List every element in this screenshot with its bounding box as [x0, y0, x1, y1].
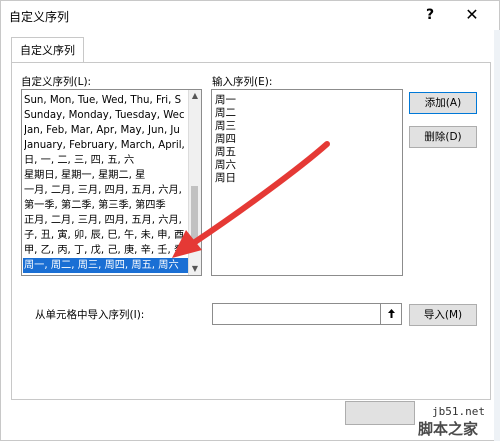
- list-item[interactable]: January, February, March, April,: [24, 138, 199, 153]
- title-bar: 自定义序列 ? ✕: [1, 1, 500, 29]
- add-button[interactable]: 添加(A): [409, 92, 477, 114]
- custom-lists-listbox[interactable]: Sun, Mon, Tue, Wed, Thu, Fri, S Sunday, …: [21, 89, 202, 276]
- delete-button[interactable]: 删除(D): [409, 126, 477, 148]
- entries-label: 输入序列(E):: [212, 76, 273, 88]
- dialog-title: 自定义序列: [9, 10, 70, 24]
- entry-line: 周三: [215, 120, 236, 132]
- custom-lists-dialog: 自定义序列 ? ✕ 自定义序列 自定义序列(L): Sun, Mon, Tue,…: [0, 0, 500, 441]
- list-item[interactable]: 正月, 二月, 三月, 四月, 五月, 六月,: [24, 213, 199, 228]
- tab-strip: 自定义序列: [11, 37, 491, 63]
- collapse-arrow-icon[interactable]: [380, 304, 401, 324]
- ok-button[interactable]: [345, 401, 415, 425]
- entry-line: 周日: [215, 172, 236, 184]
- list-item-selected[interactable]: 周一, 周二, 周三, 周四, 周五, 周六: [23, 258, 191, 273]
- list-item[interactable]: Sunday, Monday, Tuesday, Wec: [24, 108, 199, 123]
- list-item[interactable]: 甲, 乙, 丙, 丁, 戊, 己, 庚, 辛, 壬, 癸: [24, 243, 199, 258]
- entry-line: 周二: [215, 107, 236, 119]
- close-button[interactable]: ✕: [457, 4, 487, 26]
- list-item[interactable]: 日, 一, 二, 三, 四, 五, 六: [24, 153, 199, 168]
- entries-textbox[interactable]: 周一 周二 周三 周四 周五 周六 周日: [211, 89, 403, 276]
- scroll-down-icon[interactable]: ▼: [189, 263, 201, 275]
- import-range-input[interactable]: [212, 303, 402, 325]
- entry-line: 周四: [215, 133, 236, 145]
- import-button[interactable]: 导入(M): [409, 304, 477, 326]
- entry-line: 周五: [215, 146, 236, 158]
- entry-line: 周六: [215, 159, 236, 171]
- help-button[interactable]: ?: [415, 4, 445, 26]
- background-sheet-edge: [494, 30, 500, 441]
- scroll-up-icon[interactable]: ▲: [189, 90, 201, 102]
- scroll-thumb[interactable]: [191, 186, 198, 244]
- import-label: 从单元格中导入序列(I):: [35, 309, 145, 321]
- custom-lists-scrollbar[interactable]: ▲ ▼: [188, 90, 201, 275]
- entry-line: 周一: [215, 94, 236, 106]
- list-item[interactable]: Sun, Mon, Tue, Wed, Thu, Fri, S: [24, 93, 199, 108]
- watermark-site: jb51.net: [432, 405, 485, 418]
- list-item[interactable]: 星期日, 星期一, 星期二, 星: [24, 168, 199, 183]
- custom-lists-label: 自定义序列(L):: [21, 76, 92, 88]
- list-item[interactable]: 第一季, 第二季, 第三季, 第四季: [24, 198, 199, 213]
- list-item[interactable]: 子, 丑, 寅, 卯, 辰, 巳, 午, 未, 申, 酉: [24, 228, 199, 243]
- tab-custom-lists[interactable]: 自定义序列: [11, 37, 84, 63]
- list-item[interactable]: Jan, Feb, Mar, Apr, May, Jun, Ju: [24, 123, 199, 138]
- list-item[interactable]: 一月, 二月, 三月, 四月, 五月, 六月,: [24, 183, 199, 198]
- watermark-brand: 脚本之家: [418, 420, 479, 438]
